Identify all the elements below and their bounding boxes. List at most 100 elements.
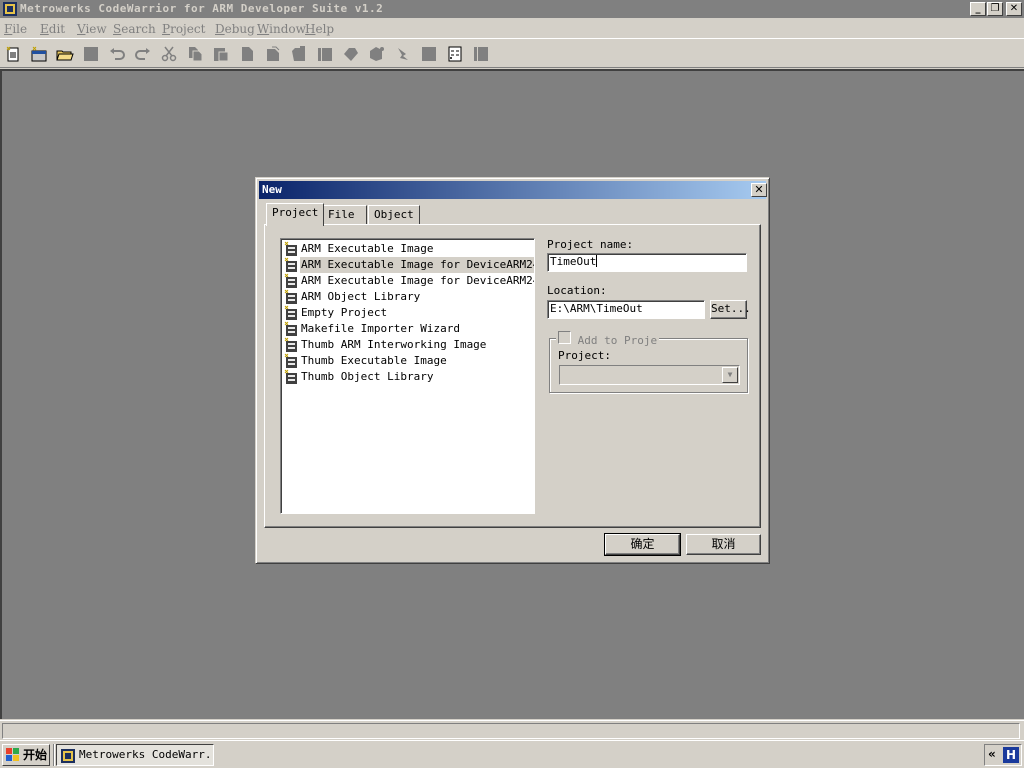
- list-item-label: Thumb Object Library: [301, 370, 434, 383]
- minimize-button[interactable]: _: [970, 2, 986, 16]
- list-item[interactable]: Thumb ARM Interworking Image: [283, 337, 534, 353]
- dialog-title-bar[interactable]: New ✕: [259, 181, 767, 199]
- list-item-label: ARM Executable Image for DeviceARM2410: [300, 257, 534, 273]
- stop-icon[interactable]: [420, 45, 438, 63]
- app-title-bar[interactable]: Metrowerks CodeWarrior for ARM Developer…: [0, 0, 1024, 18]
- compare-icon[interactable]: [316, 45, 334, 63]
- new-text-file-icon[interactable]: [4, 45, 22, 63]
- menu-search[interactable]: Search: [113, 21, 156, 37]
- project-name-field[interactable]: TimeOut: [547, 253, 747, 272]
- start-button[interactable]: 开始: [2, 744, 50, 766]
- list-item[interactable]: Makefile Importer Wizard: [283, 321, 534, 337]
- project-stationery-icon: [284, 321, 298, 336]
- undo-icon[interactable]: [108, 45, 126, 63]
- task-button-codewarrior[interactable]: Metrowerks CodeWarr...: [56, 744, 214, 766]
- task-button-label: Metrowerks CodeWarr...: [79, 748, 214, 761]
- add-to-project-checkbox[interactable]: [558, 331, 571, 344]
- add-to-project-label: Add to Proje: [577, 334, 658, 347]
- status-field: [2, 723, 1020, 739]
- open-folder-icon[interactable]: [56, 45, 74, 63]
- project-window-icon[interactable]: [472, 45, 490, 63]
- menu-project[interactable]: Project: [162, 21, 205, 37]
- list-item[interactable]: ARM Object Library: [283, 289, 534, 305]
- list-item[interactable]: Empty Project: [283, 305, 534, 321]
- project-stationery-icon: [284, 241, 298, 256]
- save-icon[interactable]: [82, 45, 100, 63]
- input-method-icon[interactable]: H: [1003, 747, 1019, 763]
- new-project-icon[interactable]: [30, 45, 48, 63]
- copy-icon[interactable]: [186, 45, 204, 63]
- project-label: Project:: [558, 349, 611, 362]
- project-stationery-icon: [284, 289, 298, 304]
- find-next-icon[interactable]: [264, 45, 282, 63]
- run-icon[interactable]: [394, 45, 412, 63]
- list-item-label: ARM Object Library: [301, 290, 421, 303]
- menu-help-accel: H: [305, 22, 316, 36]
- new-dialog: New ✕ Project File Object ARM Executable…: [255, 177, 770, 564]
- menu-project-label: roject: [170, 22, 206, 36]
- list-item[interactable]: ARM Executable Image for DeviceARM2410(: [283, 273, 535, 289]
- app-title: Metrowerks CodeWarrior for ARM Developer…: [20, 2, 384, 15]
- menu-help[interactable]: Help: [305, 21, 334, 37]
- menu-file[interactable]: File: [4, 21, 27, 37]
- project-name-label: Project name:: [547, 238, 634, 251]
- tab-project[interactable]: Project: [266, 203, 325, 226]
- make-icon[interactable]: [342, 45, 360, 63]
- menu-debug-accel: D: [215, 22, 225, 36]
- list-item[interactable]: Thumb Object Library: [283, 369, 534, 385]
- list-item[interactable]: ARM Executable Image: [283, 241, 534, 257]
- tab-object[interactable]: Object: [368, 205, 420, 225]
- close-button[interactable]: ✕: [1006, 2, 1022, 16]
- project-stationery-icon: [284, 353, 298, 368]
- list-item-label: Thumb ARM Interworking Image: [301, 338, 487, 351]
- system-tray: « H: [984, 744, 1022, 766]
- taskbar: 开始 Metrowerks CodeWarr... « H: [0, 740, 1024, 768]
- project-dropdown[interactable]: ▼: [559, 365, 740, 385]
- menu-search-label: earch: [121, 22, 156, 36]
- menu-help-label: elp: [315, 22, 335, 36]
- menu-window[interactable]: Window: [257, 21, 306, 37]
- location-field[interactable]: E:\ARM\TimeOut: [547, 300, 705, 319]
- dialog-title: New: [262, 183, 282, 196]
- set-location-button[interactable]: Set...: [710, 300, 751, 319]
- list-item-label: Makefile Importer Wizard: [301, 322, 460, 335]
- start-label: 开始: [23, 748, 48, 762]
- list-item[interactable]: ARM Executable Image for DeviceARM2410: [283, 257, 534, 273]
- menu-debug[interactable]: Debug: [215, 21, 255, 37]
- menu-debug-label: ebug: [224, 22, 255, 36]
- cancel-button[interactable]: 取消: [686, 534, 761, 555]
- codewarrior-app-icon[interactable]: [2, 1, 18, 17]
- replace-icon[interactable]: [290, 45, 308, 63]
- list-item-label: ARM Executable Image for DeviceARM2410(: [301, 274, 535, 287]
- settings-icon[interactable]: [446, 45, 464, 63]
- menu-view-label: iew: [85, 22, 107, 36]
- redo-icon[interactable]: [134, 45, 152, 63]
- location-label: Location:: [547, 284, 607, 297]
- cut-icon[interactable]: [160, 45, 178, 63]
- codewarrior-app-icon: [61, 749, 75, 763]
- paste-icon[interactable]: [212, 45, 230, 63]
- list-item-label: Thumb Executable Image: [301, 354, 447, 367]
- menu-edit[interactable]: Edit: [40, 21, 65, 37]
- list-item-label: ARM Executable Image: [301, 242, 434, 255]
- tab-file[interactable]: File: [322, 205, 367, 225]
- tray-expand-icon[interactable]: «: [988, 747, 996, 761]
- menu-project-accel: P: [162, 22, 171, 36]
- restore-button[interactable]: ❐: [987, 2, 1003, 16]
- find-icon[interactable]: [238, 45, 256, 63]
- add-to-project-legend[interactable]: Add to Proje: [556, 331, 660, 347]
- chevron-down-icon[interactable]: ▼: [722, 367, 738, 383]
- status-bar: [0, 720, 1024, 740]
- project-stationery-icon: [284, 273, 298, 288]
- dialog-close-button[interactable]: ✕: [751, 183, 767, 197]
- menu-window-label: indow: [269, 22, 306, 36]
- list-item[interactable]: Thumb Executable Image: [283, 353, 534, 369]
- text-caret: [596, 255, 598, 267]
- project-name-value: TimeOut: [550, 255, 597, 268]
- ok-button[interactable]: 确定: [604, 533, 681, 556]
- debug-icon[interactable]: [368, 45, 386, 63]
- add-to-project-group: Add to Proje Project: ▼: [549, 331, 748, 393]
- menu-search-accel: S: [113, 22, 122, 36]
- project-type-list[interactable]: ARM Executable Image ARM Executable Imag…: [280, 238, 535, 514]
- menu-view[interactable]: View: [77, 21, 107, 37]
